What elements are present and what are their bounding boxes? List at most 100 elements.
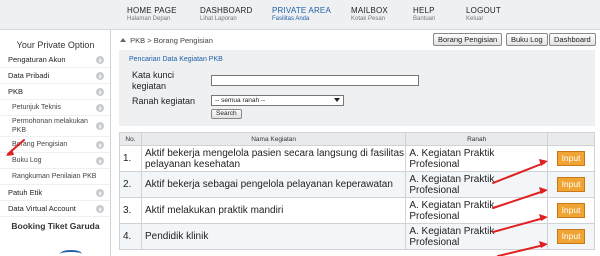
search-panel: Pencarian Data Kegiatan PKB Kata kunci k… [119,50,595,126]
search-button[interactable]: Search [211,109,242,119]
nav-subtitle: Bantuan [413,16,436,22]
row-number: 4. [119,223,142,250]
activities-table: No. Nama Kegiatan Ranah 1. Aktif bekerja… [119,132,595,250]
nav-help[interactable]: HELP Bantuan [413,6,435,22]
nav-subtitle: Kotak Pesan [351,16,386,22]
chevron-right-icon [96,104,104,112]
chevron-right-icon [96,189,104,197]
row-action-cell: Input [547,171,595,198]
row-activity-name: Aktif melakukan praktik mandiri [140,197,407,224]
table-row: 1. Aktif bekerja mengelola pasien secara… [119,145,595,172]
chevron-right-icon [96,205,104,213]
sidebar-item-label: Permohonan melakukan PKB [12,118,88,134]
row-activity-name: Aktif bekerja sebagai pengelola pelayana… [140,171,407,198]
nav-title: DASHBOARD [200,6,253,15]
nav-subtitle: Lihat Laporan [200,16,237,22]
nav-dashboard[interactable]: DASHBOARD Lihat Laporan [200,6,252,22]
sidebar-item-label: Patuh Etik [8,188,43,197]
keyword-input[interactable] [211,75,419,86]
chevron-right-icon [96,141,104,149]
sidebar-item-label: PKB [8,87,24,96]
input-button[interactable]: Input [556,151,586,166]
sidebar-item-patuh-etik[interactable]: Patuh Etik [0,185,110,201]
row-domain: A. Kegiatan Praktik Profesional [405,197,549,224]
table-row: 4. Pendidik klinik A. Kegiatan Praktik P… [119,223,595,250]
input-button[interactable]: Input [556,229,586,244]
sidebar-item-permohonan-pkb[interactable]: Permohonan melakukan PKB [0,116,110,137]
chevron-right-icon [96,122,104,130]
sidebar-item-buku-log[interactable]: Buku Log [0,153,110,169]
row-activity-name: Aktif bekerja mengelola pasien secara la… [140,145,407,172]
row-action-cell: Input [547,197,595,224]
nav-mailbox[interactable]: MAILBOX Kotak Pesan [351,6,388,22]
row-number: 3. [119,197,142,224]
input-button[interactable]: Input [556,203,586,218]
chevron-right-icon [96,72,104,80]
chevron-right-icon [96,56,104,64]
keyword-label-line2: kegiatan [132,81,167,91]
sidebar-item-label: Borang Pengisian [12,141,68,148]
sidebar-item-borang-pengisian[interactable]: Borang Pengisian [0,137,110,153]
header-action [547,132,595,146]
row-domain: A. Kegiatan Praktik Profesional [405,171,549,198]
sidebar-item-label: Data Pribadi [8,71,50,80]
chevron-down-icon [334,98,340,102]
sidebar-item-data-virtual-account[interactable]: Data Virtual Account [0,201,110,217]
nav-title: HOME PAGE [127,6,177,15]
row-number: 1. [119,145,142,172]
table-row: 2. Aktif bekerja sebagai pengelola pelay… [119,171,595,198]
buku-log-button[interactable]: Buku Log [506,33,548,46]
sidebar: Your Private Option Pengaturan Akun Data… [0,30,111,256]
domain-label: Ranah kegiatan [132,96,196,106]
row-number: 2. [119,171,142,198]
table-row: 3. Aktif melakukan praktik mandiri A. Ke… [119,197,595,224]
nav-title: LOGOUT [466,6,501,15]
breadcrumb-parent[interactable]: PKB [130,36,145,45]
breadcrumb-separator: > [147,36,152,45]
booking-title: Booking Tiket Garuda [11,221,100,231]
row-activity-name: Pendidik klinik [140,223,407,250]
top-nav: HOME PAGE Halaman Depan DASHBOARD Lihat … [0,0,600,30]
sidebar-item-label: Rangkuman Penilaian PKB [12,173,97,180]
header-nama-kegiatan: Nama Kegiatan [140,132,407,146]
sidebar-item-label: Petunjuk Teknis [12,104,61,111]
chevron-right-icon [96,157,104,165]
nav-home-page[interactable]: HOME PAGE Halaman Depan [127,6,177,22]
header-ranah: Ranah [405,132,549,146]
sidebar-item-pkb[interactable]: PKB [0,84,110,100]
nav-private-area[interactable]: PRIVATE AREA Fasilitas Anda [272,6,331,22]
row-domain: A. Kegiatan Praktik Profesional [405,223,549,250]
garuda-logo-icon[interactable] [60,250,82,256]
sidebar-item-pengaturan-akun[interactable]: Pengaturan Akun [0,52,110,68]
nav-title: MAILBOX [351,6,388,15]
borang-pengisian-button[interactable]: Borang Pengisian [433,33,503,46]
home-icon[interactable] [120,36,126,42]
nav-subtitle: Fasilitas Anda [272,16,310,22]
input-button[interactable]: Input [556,177,586,192]
keyword-label: Kata kunci [132,70,175,80]
nav-title: PRIVATE AREA [272,6,332,15]
breadcrumb-current: Borang Pengisian [153,36,213,45]
nav-logout[interactable]: LOGOUT Keluar [466,6,501,22]
search-title: Pencarian Data Kegiatan PKB [129,56,223,63]
sidebar-item-data-pribadi[interactable]: Data Pribadi [0,68,110,84]
row-action-cell: Input [547,223,595,250]
sidebar-title: Your Private Option [16,40,95,50]
nav-subtitle: Keluar [466,16,484,22]
header-no: No. [119,132,142,146]
sidebar-item-label: Buku Log [12,157,42,164]
sidebar-item-petunjuk-teknis[interactable]: Petunjuk Teknis [0,100,110,116]
nav-title: HELP [413,6,435,15]
sidebar-item-label: Data Virtual Account [8,204,76,213]
table-header-row: No. Nama Kegiatan Ranah [119,132,595,146]
nav-subtitle: Halaman Depan [127,16,171,22]
dashboard-button[interactable]: Dashboard [549,33,596,46]
domain-select[interactable]: -- semua ranah -- [211,95,344,106]
row-action-cell: Input [547,145,595,172]
chevron-down-icon [96,88,104,96]
domain-select-value: -- semua ranah -- [215,97,266,104]
breadcrumb: PKB > Borang Pengisian [120,36,213,45]
sidebar-item-rangkuman-penilaian[interactable]: Rangkuman Penilaian PKB [0,169,110,185]
row-domain: A. Kegiatan Praktik Profesional [405,145,549,172]
sidebar-item-label: Pengaturan Akun [8,55,66,64]
